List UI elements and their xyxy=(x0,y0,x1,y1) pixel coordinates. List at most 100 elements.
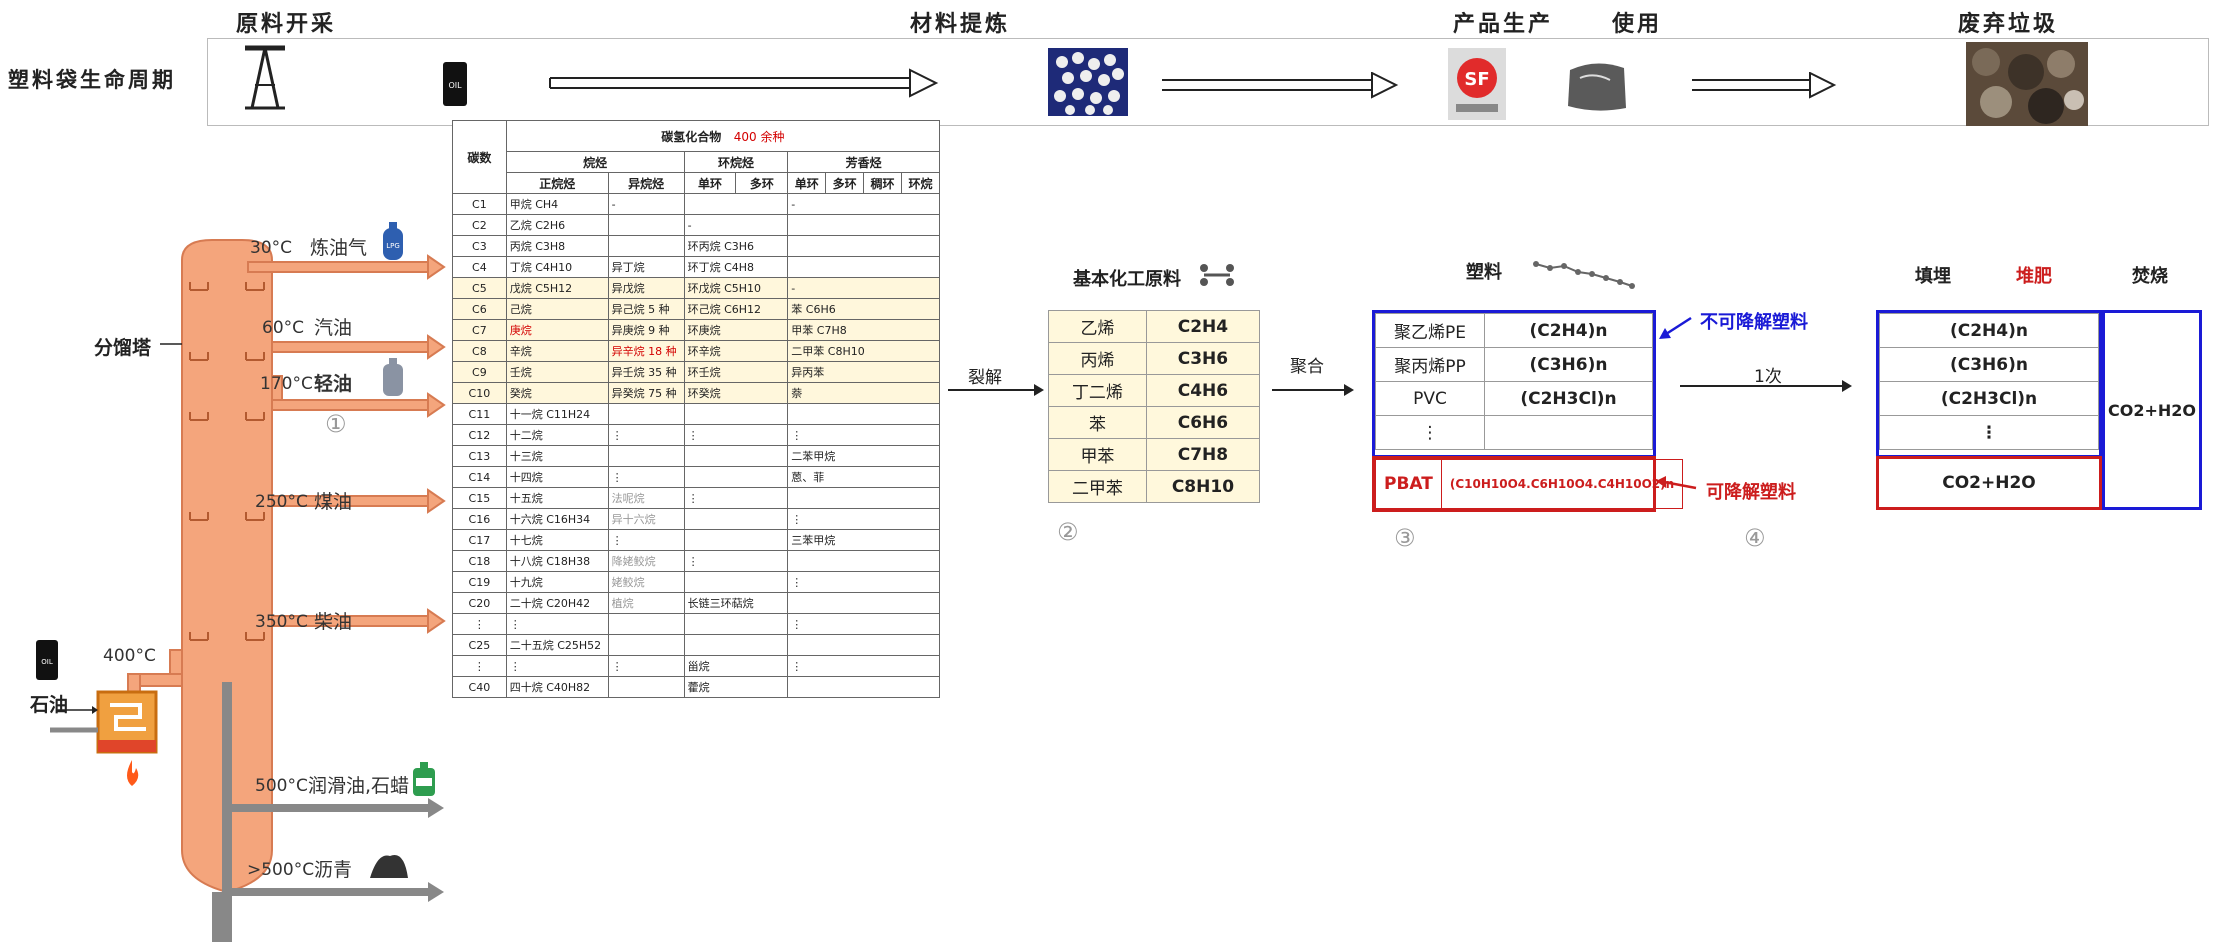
cut-temp-5: 350°C xyxy=(255,612,308,632)
oil-barrel-icon: OIL xyxy=(443,62,467,106)
cycloalkane-cell xyxy=(683,466,789,488)
carbon-cell: C19 xyxy=(452,571,507,593)
degradable-table: PBAT (C10H10O4.C6H10O4.C4H10O2)n xyxy=(1375,459,1684,509)
hydrocarbon-row: C25 二十五烷 C25H52 xyxy=(452,634,940,656)
raw-material-row: 二甲苯 C8H10 xyxy=(1048,470,1261,503)
iso-alkane-cell: 异庚烷 9 种 xyxy=(607,319,685,341)
arrow-refining-to-production xyxy=(1162,72,1399,99)
hydrocarbon-table: 碳数 碳氢化合物 400 余种 烷烃 环烷烃 芳香烃 正烷烃 异烷烃 单环 多环… xyxy=(452,120,941,698)
sub-aro-cyclo: 环烷 xyxy=(901,172,940,194)
hydrocarbon-row: C4 丁烷 C4H10 异丁烷 环丁烷 C4H8 xyxy=(452,256,940,278)
distillation-tower: OIL xyxy=(36,239,446,942)
normal-alkane-cell: ⋮ xyxy=(505,655,609,677)
aromatic-cell xyxy=(787,676,940,698)
iso-alkane-cell: ⋮ xyxy=(607,424,685,446)
molecule-icon xyxy=(1200,264,1234,286)
sub-iso-alkane: 异烷烃 xyxy=(607,172,685,194)
carbon-cell: C17 xyxy=(452,529,507,551)
carbon-cell: C18 xyxy=(452,550,507,572)
iso-alkane-cell xyxy=(607,634,685,656)
hydrocarbon-row: C5 戊烷 C5H12 异戊烷 环戊烷 C5H10- xyxy=(452,277,940,299)
normal-alkane-cell: 十八烷 C18H38 xyxy=(505,550,609,572)
carbon-cell: C13 xyxy=(452,445,507,467)
aromatic-cell xyxy=(787,235,940,257)
cycloalkane-cell: - xyxy=(683,214,789,236)
iso-alkane-cell: 异己烷 5 种 xyxy=(607,298,685,320)
incinerate-result: CO2+H2O xyxy=(2107,400,2196,420)
sub-mono-ring: 单环 xyxy=(683,172,737,194)
aromatic-cell xyxy=(787,592,940,614)
hydrocarbon-row: C15 十五烷 法呢烷 ⋮ xyxy=(452,487,940,509)
sub-aro-mono: 单环 xyxy=(787,172,827,194)
raw-material-formula: C6H6 xyxy=(1145,406,1261,439)
iso-alkane-cell: 降姥鲛烷 xyxy=(607,550,685,572)
oil-pumpjack-icon xyxy=(245,45,285,110)
cycloalkane-cell: 环丙烷 C3H6 xyxy=(683,235,789,257)
sub-aro-fused: 稠环 xyxy=(863,172,903,194)
sub-aro-poly: 多环 xyxy=(825,172,865,194)
plastic-name: PVC xyxy=(1375,381,1485,416)
cut-product-2: 汽油 xyxy=(314,317,353,339)
cycloalkane-cell xyxy=(683,403,789,425)
raw-material-name: 二甲苯 xyxy=(1048,470,1147,503)
iso-alkane-cell: 异十六烷 xyxy=(607,508,685,530)
plastic-name: ⋮ xyxy=(1375,415,1485,450)
aromatic-cell xyxy=(787,634,940,656)
cut-product-5: 柴油 xyxy=(314,611,353,633)
normal-alkane-cell: 二十烷 C20H42 xyxy=(505,592,609,614)
nondegradable-pointer-arrow xyxy=(1659,316,1692,339)
hydrocarbon-row: C12 十二烷 ⋮ ⋮ ⋮ xyxy=(452,424,940,446)
cycloalkane-cell xyxy=(683,613,789,635)
normal-alkane-cell: 庚烷 xyxy=(505,319,609,341)
svg-text:SF: SF xyxy=(1464,69,1489,90)
normal-alkane-cell: 十一烷 C11H24 xyxy=(505,403,609,425)
normal-alkane-cell: 二十五烷 C25H52 xyxy=(505,634,609,656)
cycloalkane-cell: 甾烷 xyxy=(683,655,789,677)
carbon-cell: C8 xyxy=(452,340,507,362)
svg-text:LPG: LPG xyxy=(386,242,400,250)
step-circle-3: ③ xyxy=(1394,524,1416,552)
degradable-box: PBAT (C10H10O4.C6H10O4.C4H10O2)n xyxy=(1372,456,1684,512)
sub-poly-ring: 多环 xyxy=(735,172,789,194)
polymer-chain-icon xyxy=(1533,261,1635,289)
raw-material-row: 丙烯 C3H6 xyxy=(1048,342,1261,375)
nondegradable-label: 不可降解塑料 xyxy=(1700,312,1808,333)
normal-alkane-cell: 十三烷 xyxy=(505,445,609,467)
hydrocarbon-row: C20 二十烷 C20H42 植烷 长链三环萜烷 xyxy=(452,592,940,614)
iso-alkane-cell xyxy=(607,403,685,425)
iso-alkane-cell: 异戊烷 xyxy=(607,277,685,299)
group-cycloalkane: 环烷烃 xyxy=(683,151,789,173)
normal-alkane-cell: 十六烷 C16H34 xyxy=(505,508,609,530)
aromatic-cell: 甲苯 C7H8 xyxy=(787,319,940,341)
plastic-formula: (C3H6)n xyxy=(1484,347,1653,382)
aromatic-cell xyxy=(787,487,940,509)
cycloalkane-cell xyxy=(683,193,789,215)
landfill-item: (C2H3Cl)n xyxy=(1879,381,2099,416)
iso-alkane-cell: 异癸烷 75 种 xyxy=(607,382,685,404)
landfill-box: (C2H4)n (C3H6)n (C2H3Cl)n ⋮ xyxy=(1876,310,2102,458)
iso-alkane-cell: - xyxy=(607,193,685,215)
hydrocarbon-row: C1 甲烷 CH4- - xyxy=(452,193,940,215)
carbon-cell: ⋮ xyxy=(452,655,507,677)
hydrocarbon-row: C14 十四烷 ⋮ 蒽、菲 xyxy=(452,466,940,488)
iso-alkane-cell: 异辛烷 18 种 xyxy=(607,340,685,362)
aromatic-cell: ⋮ xyxy=(787,424,940,446)
lpg-tank-icon: LPG xyxy=(383,222,403,260)
raw-material-name: 丙烯 xyxy=(1048,342,1147,375)
iso-alkane-cell xyxy=(607,445,685,467)
cut-temp-6: 500°C xyxy=(255,776,308,796)
normal-alkane-cell: 十七烷 xyxy=(505,529,609,551)
carbon-cell: C10 xyxy=(452,382,507,404)
iso-alkane-cell: 植烷 xyxy=(607,592,685,614)
carbon-cell: C1 xyxy=(452,193,507,215)
raw-material-name: 丁二烯 xyxy=(1048,374,1147,407)
iso-alkane-cell xyxy=(607,235,685,257)
plastic-formula: (C2H3Cl)n xyxy=(1484,381,1653,416)
raw-material-name: 甲苯 xyxy=(1048,438,1147,471)
raw-material-formula: C4H6 xyxy=(1145,374,1261,407)
carbon-cell: C25 xyxy=(452,634,507,656)
normal-alkane-cell: 十五烷 xyxy=(505,487,609,509)
hydrocarbon-row: C16 十六烷 C16H34 异十六烷 ⋮ xyxy=(452,508,940,530)
aromatic-cell xyxy=(787,550,940,572)
cut-product-6: 润滑油,石蜡 xyxy=(308,775,410,797)
